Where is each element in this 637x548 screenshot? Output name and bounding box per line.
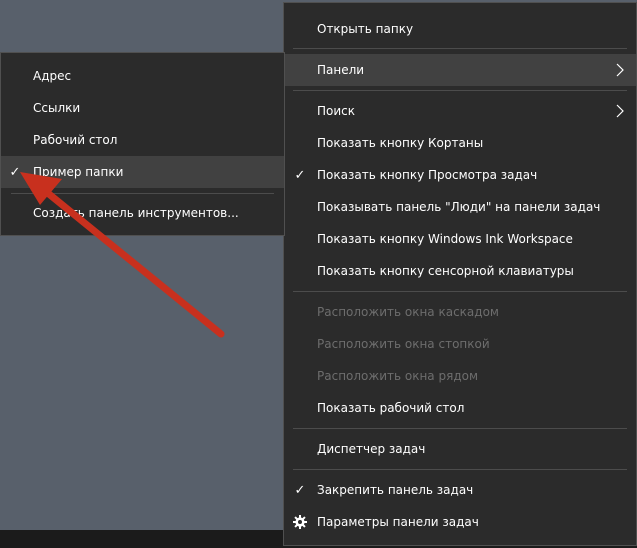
menu-item-label: Расположить окна стопкой xyxy=(317,337,490,351)
menu-separator xyxy=(293,469,627,470)
menu-item-label: Панели xyxy=(317,63,365,77)
menu-item-label: Расположить окна рядом xyxy=(317,369,479,383)
menu-item-panels[interactable]: Панели xyxy=(284,54,636,86)
menu-item-label: Пример папки xyxy=(33,165,124,179)
checkmark-icon: ✓ xyxy=(9,164,21,180)
menu-item-label: Рабочий стол xyxy=(33,133,118,147)
taskbar-context-menu: Открыть папку Панели Поиск Показать кноп… xyxy=(283,2,637,546)
menu-separator xyxy=(293,90,627,91)
menu-item-label: Показать рабочий стол xyxy=(317,401,465,415)
menu-item-lock-taskbar[interactable]: ✓ Закрепить панель задач xyxy=(284,474,636,506)
menu-item-label: Показывать панель "Люди" на панели задач xyxy=(317,200,601,214)
menu-item-taskbar-settings[interactable]: Параметры панели задач xyxy=(284,506,636,538)
menu-item-label: Открыть папку xyxy=(317,22,414,36)
menu-separator xyxy=(293,428,627,429)
menu-separator xyxy=(11,193,274,194)
menu-item-label: Параметры панели задач xyxy=(317,515,479,529)
menu-item-label: Показать кнопку Windows Ink Workspace xyxy=(317,232,573,246)
menu-item-show-people[interactable]: Показывать панель "Люди" на панели задач xyxy=(284,191,636,223)
submenu-item-new-toolbar[interactable]: Создать панель инструментов... xyxy=(1,197,284,229)
panels-submenu: Адрес Ссылки Рабочий стол ✓ Пример папки… xyxy=(0,52,285,236)
menu-item-open-folder[interactable]: Открыть папку xyxy=(284,13,636,45)
menu-item-label: Создать панель инструментов... xyxy=(33,206,239,220)
menu-item-label: Адрес xyxy=(33,69,72,83)
menu-item-stack: Расположить окна стопкой xyxy=(284,328,636,360)
menu-item-show-touch-keyboard[interactable]: Показать кнопку сенсорной клавиатуры xyxy=(284,255,636,287)
checkmark-icon: ✓ xyxy=(294,167,306,183)
checkmark-icon: ✓ xyxy=(294,482,306,498)
menu-item-show-task-view[interactable]: ✓ Показать кнопку Просмотра задач xyxy=(284,159,636,191)
submenu-item-example-folder[interactable]: ✓ Пример папки xyxy=(1,156,284,188)
menu-item-show-desktop[interactable]: Показать рабочий стол xyxy=(284,392,636,424)
menu-item-label: Поиск xyxy=(317,104,356,118)
menu-item-label: Показать кнопку Просмотра задач xyxy=(317,168,538,182)
menu-separator xyxy=(293,48,627,49)
submenu-item-address[interactable]: Адрес xyxy=(1,60,284,92)
submenu-item-desktop[interactable]: Рабочий стол xyxy=(1,124,284,156)
menu-item-label: Показать кнопку Кортаны xyxy=(317,136,484,150)
chevron-right-icon xyxy=(616,104,624,118)
submenu-item-links[interactable]: Ссылки xyxy=(1,92,284,124)
menu-item-search[interactable]: Поиск xyxy=(284,95,636,127)
menu-item-label: Закрепить панель задач xyxy=(317,483,474,497)
menu-separator xyxy=(293,291,627,292)
gear-icon xyxy=(293,515,307,529)
menu-item-cascade: Расположить окна каскадом xyxy=(284,296,636,328)
menu-item-label: Расположить окна каскадом xyxy=(317,305,499,319)
menu-item-side-by-side: Расположить окна рядом xyxy=(284,360,636,392)
menu-item-task-manager[interactable]: Диспетчер задач xyxy=(284,433,636,465)
menu-item-label: Ссылки xyxy=(33,101,81,115)
menu-item-label: Диспетчер задач xyxy=(317,442,426,456)
menu-item-show-ink-workspace[interactable]: Показать кнопку Windows Ink Workspace xyxy=(284,223,636,255)
menu-item-label: Показать кнопку сенсорной клавиатуры xyxy=(317,264,574,278)
menu-item-show-cortana[interactable]: Показать кнопку Кортаны xyxy=(284,127,636,159)
chevron-right-icon xyxy=(616,63,624,77)
